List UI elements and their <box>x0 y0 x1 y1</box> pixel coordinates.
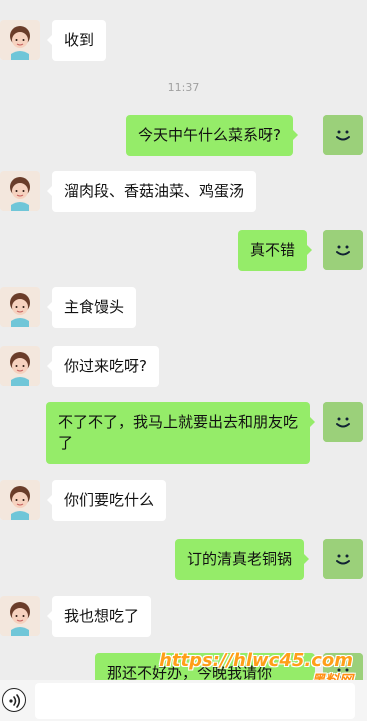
user-avatar[interactable] <box>323 230 363 270</box>
input-bar <box>0 680 367 721</box>
smiley-face-avatar-icon <box>323 539 363 579</box>
cartoon-girl-avatar-icon <box>0 20 40 60</box>
user-avatar[interactable] <box>323 402 363 442</box>
cartoon-girl-avatar-icon <box>0 596 40 636</box>
cartoon-girl-avatar-icon <box>0 346 40 386</box>
contact-avatar[interactable] <box>0 480 40 520</box>
contact-avatar[interactable] <box>0 596 40 636</box>
message-bubble-sent[interactable]: 真不错 <box>238 230 313 271</box>
message-input[interactable] <box>35 683 355 719</box>
cartoon-girl-avatar-icon <box>0 171 40 211</box>
user-avatar[interactable] <box>323 539 363 579</box>
message-bubble-sent[interactable]: 今天中午什么菜系呀? <box>126 115 298 156</box>
smiley-face-avatar-icon <box>323 115 363 155</box>
contact-avatar[interactable] <box>0 287 40 327</box>
contact-avatar[interactable] <box>0 20 40 60</box>
message-timestamp: 11:37 <box>167 81 200 94</box>
chat-area: 收到 11:37 今天中午什么菜系呀? 溜肉段、香菇油菜、鸡蛋汤 真不错 主食馒… <box>0 0 367 721</box>
voice-wave-icon <box>9 694 21 708</box>
contact-avatar[interactable] <box>0 171 40 211</box>
message-bubble-received[interactable]: 你们要吃什么 <box>46 480 167 521</box>
smiley-face-avatar-icon <box>323 230 363 270</box>
message-bubble-received[interactable]: 你过来吃呀? <box>47 346 159 387</box>
contact-avatar[interactable] <box>0 346 40 386</box>
message-bubble-received[interactable]: 收到 <box>46 20 107 61</box>
message-bubble-sent[interactable]: 不了不了，我马上就要出去和朋友吃了 <box>46 402 315 464</box>
message-bubble-received[interactable]: 主食馒头 <box>46 287 137 328</box>
cartoon-girl-avatar-icon <box>0 287 40 327</box>
user-avatar[interactable] <box>323 115 363 155</box>
message-bubble-received[interactable]: 我也想吃了 <box>46 596 152 637</box>
smiley-face-avatar-icon <box>323 402 363 442</box>
message-bubble-received[interactable]: 溜肉段、香菇油菜、鸡蛋汤 <box>46 171 257 212</box>
cartoon-girl-avatar-icon <box>0 480 40 520</box>
voice-button[interactable] <box>2 688 26 712</box>
watermark-url: https://hlwc45.com <box>159 650 353 671</box>
message-bubble-sent[interactable]: 订的清真老铜锅 <box>175 539 310 580</box>
